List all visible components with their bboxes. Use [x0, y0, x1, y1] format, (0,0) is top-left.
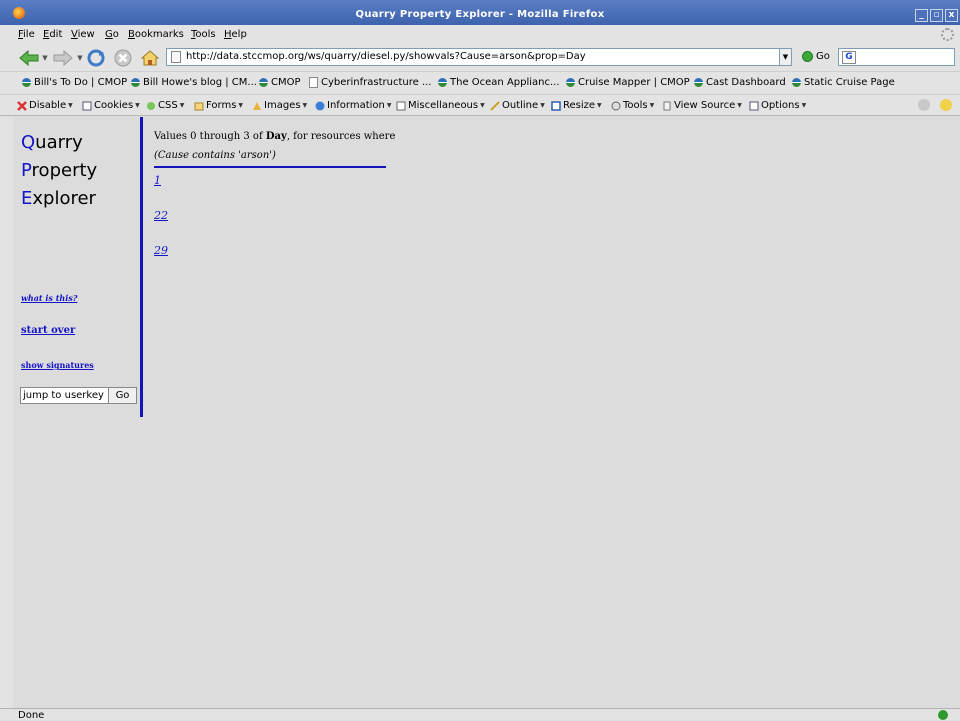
dev-miscellaneous-menu[interactable]: Miscellaneous ▼ — [396, 100, 485, 111]
css-icon — [147, 101, 155, 110]
maximize-button[interactable]: ▫ — [930, 9, 943, 22]
information-icon — [315, 101, 325, 110]
app-logo: Quarry Property Explorer — [21, 132, 98, 209]
forms-icon — [194, 102, 204, 110]
go-button[interactable]: Go — [802, 51, 830, 62]
cmop-icon — [694, 78, 703, 87]
bookmark-item[interactable]: Bill Howe's blog | CM... — [131, 77, 257, 88]
tools-icon — [611, 101, 621, 110]
jump-to-userkey-input[interactable] — [20, 387, 109, 404]
url-dropdown-icon[interactable]: ▼ — [779, 48, 792, 66]
menu-view[interactable]: View — [71, 29, 95, 40]
stop-icon[interactable] — [113, 49, 133, 67]
what-is-this-link[interactable]: what is this? — [21, 293, 77, 303]
dev-resize-menu[interactable]: Resize ▼ — [551, 100, 602, 111]
constraint-text: (Cause contains 'arson') — [154, 150, 276, 161]
jump-form: Go — [20, 387, 137, 404]
dev-information-menu[interactable]: Information ▼ — [315, 100, 392, 111]
back-arrow-icon[interactable] — [18, 49, 40, 67]
miscellaneous-icon — [396, 101, 406, 110]
dev-tools-menu[interactable]: Tools ▼ — [611, 100, 654, 111]
cmop-icon — [131, 78, 140, 87]
cmop-icon — [792, 78, 801, 87]
forward-dropdown-icon[interactable]: ▼ — [76, 49, 84, 67]
show-signatures-link[interactable]: show signatures — [21, 360, 94, 370]
page-icon — [309, 77, 318, 88]
dev-disable-menu[interactable]: Disable ▼ — [17, 100, 73, 111]
dev-cookies-menu[interactable]: Cookies ▼ — [82, 100, 140, 111]
dev-outline-menu[interactable]: Outline ▼ — [490, 100, 545, 111]
cmop-icon — [259, 78, 268, 87]
go-arrow-icon — [802, 51, 813, 62]
value-link[interactable]: 29 — [154, 244, 168, 257]
jump-go-button[interactable]: Go — [108, 387, 137, 404]
dev-forms-menu[interactable]: Forms ▼ — [194, 100, 243, 111]
status-bar: Done — [0, 708, 960, 721]
bookmark-item[interactable]: The Ocean Applianc... — [438, 77, 560, 88]
dev-options-menu[interactable]: Options ▼ — [749, 100, 806, 111]
close-button[interactable]: x — [945, 9, 958, 22]
options-icon — [749, 101, 759, 110]
cmop-icon — [22, 78, 31, 87]
start-over-link[interactable]: start over — [21, 325, 75, 336]
outline-icon — [490, 100, 500, 111]
window-left-edge — [0, 117, 13, 708]
navigation-toolbar: ▼ ▼ http://data.stccmop.org/ws/quarry/di… — [0, 45, 960, 71]
back-dropdown-icon[interactable]: ▼ — [41, 49, 49, 67]
bookmark-item[interactable]: Static Cruise Page — [792, 77, 895, 88]
bookmark-item[interactable]: CMOP — [259, 77, 301, 88]
menu-help[interactable]: Help — [224, 29, 247, 40]
cookies-icon — [82, 101, 92, 110]
sidebar: Quarry Property Explorer what is this? s… — [13, 117, 143, 417]
google-search-icon[interactable]: G — [842, 51, 856, 64]
images-icon — [253, 101, 261, 110]
page-icon — [171, 51, 181, 63]
bookmark-item[interactable]: Cruise Mapper | CMOP — [566, 77, 690, 88]
value-link[interactable]: 22 — [154, 209, 168, 222]
cmop-icon — [566, 78, 575, 87]
dev-css-menu[interactable]: CSS ▼ — [146, 100, 184, 111]
throbber-icon — [941, 28, 954, 41]
bookmarks-toolbar: Bill's To Do | CMOP Bill Howe's blog | C… — [0, 71, 960, 94]
menu-bar: File Edit View Go Bookmarks Tools Help — [0, 25, 960, 45]
view-source-icon — [663, 101, 671, 110]
disable-icon — [17, 100, 27, 111]
search-box[interactable]: G — [838, 48, 955, 66]
dev-view-source-menu[interactable]: View Source ▼ — [662, 100, 742, 111]
info-status-icon[interactable] — [940, 99, 952, 111]
reload-icon[interactable] — [86, 49, 106, 67]
window-title: Quarry Property Explorer - Mozilla Firef… — [355, 9, 605, 20]
status-text: Done — [18, 710, 45, 721]
bookmark-item[interactable]: Bill's To Do | CMOP — [22, 77, 127, 88]
cmop-icon — [438, 78, 447, 87]
menu-bookmarks[interactable]: Bookmarks — [128, 29, 184, 40]
menu-tools[interactable]: Tools — [191, 29, 216, 40]
menu-go[interactable]: Go — [105, 29, 119, 40]
results-heading: Values 0 through 3 of Day, for resources… — [154, 131, 396, 142]
web-developer-toolbar: Disable ▼ Cookies ▼ CSS ▼ Forms ▼ Images ▼ In… — [0, 94, 960, 116]
menu-file[interactable]: File — [18, 29, 35, 40]
heading-divider — [154, 166, 386, 168]
validation-icon[interactable] — [918, 99, 930, 111]
resize-icon — [551, 100, 561, 111]
bookmark-item[interactable]: Cyberinfrastructure ... — [309, 77, 431, 88]
forward-arrow-icon[interactable] — [52, 49, 74, 67]
minimize-button[interactable]: _ — [915, 9, 928, 22]
page-content: Quarry Property Explorer what is this? s… — [13, 117, 960, 708]
security-status-icon[interactable] — [938, 710, 948, 720]
bookmark-item[interactable]: Cast Dashboard — [694, 77, 786, 88]
menu-edit[interactable]: Edit — [43, 29, 62, 40]
url-text[interactable]: http://data.stccmop.org/ws/quarry/diesel… — [186, 51, 586, 62]
window-titlebar: Quarry Property Explorer - Mozilla Firef… — [0, 0, 960, 25]
dev-images-menu[interactable]: Images ▼ — [252, 100, 307, 111]
value-link[interactable]: 1 — [154, 174, 161, 187]
url-bar[interactable]: http://data.stccmop.org/ws/quarry/diesel… — [166, 48, 792, 66]
home-icon[interactable] — [140, 49, 160, 67]
